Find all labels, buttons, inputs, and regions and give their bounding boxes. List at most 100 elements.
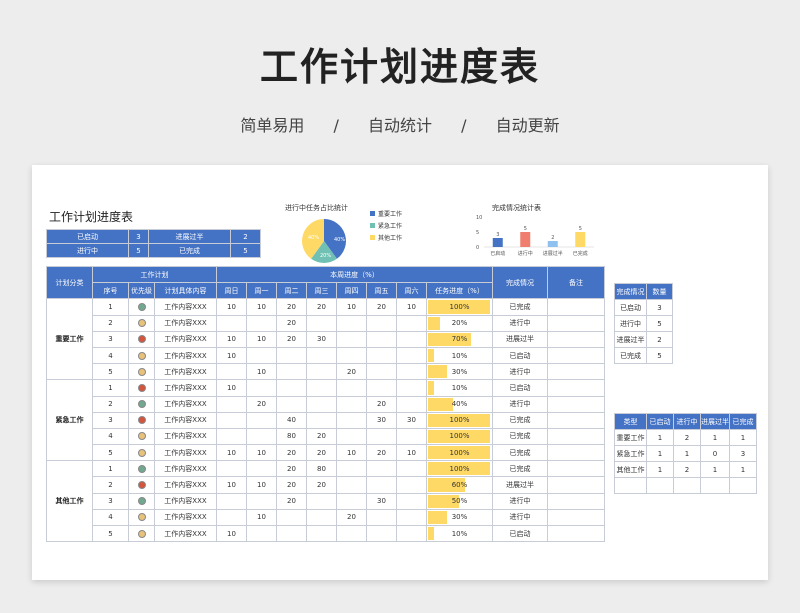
- priority-cell[interactable]: [128, 330, 155, 348]
- day-cell[interactable]: [306, 411, 337, 429]
- summary-value[interactable]: 2: [230, 229, 261, 244]
- day-cell[interactable]: 80: [276, 427, 307, 446]
- content-cell[interactable]: 工作内容XXX: [154, 444, 217, 462]
- side-cell[interactable]: 5: [646, 315, 673, 332]
- content-cell[interactable]: 工作内容XXX: [154, 363, 217, 381]
- status-cell[interactable]: 已完成: [492, 411, 548, 429]
- status-cell[interactable]: 进展过半: [492, 330, 548, 348]
- day-cell[interactable]: [276, 363, 307, 381]
- status-cell[interactable]: 进行中: [492, 363, 548, 381]
- day-cell[interactable]: [246, 379, 277, 397]
- day-cell[interactable]: [336, 330, 367, 348]
- status-cell[interactable]: 已完成: [492, 444, 548, 462]
- content-cell[interactable]: 工作内容XXX: [154, 508, 217, 527]
- note-cell[interactable]: [547, 508, 605, 527]
- side-cell[interactable]: 1: [700, 461, 730, 478]
- day-cell[interactable]: 20: [366, 395, 397, 413]
- row-no[interactable]: 5: [92, 444, 129, 462]
- side-cell[interactable]: 重要工作: [614, 429, 647, 446]
- day-cell[interactable]: 20: [306, 476, 337, 494]
- day-cell[interactable]: [336, 346, 367, 365]
- day-cell[interactable]: [366, 314, 397, 332]
- side-cell[interactable]: 其他工作: [614, 461, 647, 478]
- progress-cell[interactable]: 40%: [426, 395, 493, 413]
- row-no[interactable]: 5: [92, 363, 129, 381]
- content-cell[interactable]: 工作内容XXX: [154, 411, 217, 429]
- day-cell[interactable]: [216, 508, 247, 527]
- side-cell[interactable]: 0: [700, 445, 730, 462]
- row-no[interactable]: 4: [92, 508, 129, 527]
- status-cell[interactable]: 已启动: [492, 524, 548, 543]
- day-cell[interactable]: [246, 460, 277, 478]
- day-cell[interactable]: 30: [366, 492, 397, 510]
- side-cell[interactable]: [700, 477, 730, 494]
- day-cell[interactable]: [216, 460, 247, 478]
- status-cell[interactable]: 进行中: [492, 314, 548, 332]
- content-cell[interactable]: 工作内容XXX: [154, 427, 217, 446]
- side-cell[interactable]: 2: [673, 461, 701, 478]
- side-cell[interactable]: 3: [646, 299, 673, 316]
- side-cell[interactable]: 进行中: [614, 315, 647, 332]
- day-cell[interactable]: [336, 492, 367, 510]
- day-cell[interactable]: 10: [396, 298, 427, 316]
- row-no[interactable]: 3: [92, 411, 129, 429]
- side-cell[interactable]: 1: [700, 429, 730, 446]
- day-cell[interactable]: 20: [336, 363, 367, 381]
- priority-cell[interactable]: [128, 492, 155, 510]
- day-cell[interactable]: [336, 460, 367, 478]
- summary-label[interactable]: 进展过半: [148, 229, 231, 244]
- day-cell[interactable]: [216, 411, 247, 429]
- day-cell[interactable]: [246, 411, 277, 429]
- day-cell[interactable]: 10: [246, 476, 277, 494]
- summary-value[interactable]: 5: [128, 243, 149, 258]
- summary-label[interactable]: 已启动: [46, 229, 129, 244]
- day-cell[interactable]: [366, 524, 397, 543]
- day-cell[interactable]: [336, 524, 367, 543]
- day-cell[interactable]: [396, 460, 427, 478]
- row-no[interactable]: 1: [92, 460, 129, 478]
- progress-cell[interactable]: 100%: [426, 460, 493, 478]
- day-cell[interactable]: [246, 524, 277, 543]
- note-cell[interactable]: [547, 444, 605, 462]
- priority-cell[interactable]: [128, 508, 155, 527]
- day-cell[interactable]: [366, 427, 397, 446]
- day-cell[interactable]: 20: [246, 395, 277, 413]
- priority-cell[interactable]: [128, 411, 155, 429]
- day-cell[interactable]: [396, 395, 427, 413]
- day-cell[interactable]: [216, 395, 247, 413]
- day-cell[interactable]: [336, 427, 367, 446]
- status-cell[interactable]: 已完成: [492, 427, 548, 446]
- priority-cell[interactable]: [128, 346, 155, 365]
- content-cell[interactable]: 工作内容XXX: [154, 379, 217, 397]
- day-cell[interactable]: 10: [216, 330, 247, 348]
- row-no[interactable]: 3: [92, 492, 129, 510]
- day-cell[interactable]: [276, 524, 307, 543]
- priority-cell[interactable]: [128, 460, 155, 478]
- day-cell[interactable]: 20: [306, 298, 337, 316]
- day-cell[interactable]: [396, 427, 427, 446]
- day-cell[interactable]: [306, 395, 337, 413]
- side-cell[interactable]: 1: [729, 429, 757, 446]
- day-cell[interactable]: [246, 492, 277, 510]
- priority-cell[interactable]: [128, 524, 155, 543]
- priority-cell[interactable]: [128, 395, 155, 413]
- priority-cell[interactable]: [128, 476, 155, 494]
- status-cell[interactable]: 已启动: [492, 346, 548, 365]
- status-cell[interactable]: 进行中: [492, 395, 548, 413]
- priority-cell[interactable]: [128, 314, 155, 332]
- day-cell[interactable]: 10: [216, 476, 247, 494]
- row-no[interactable]: 1: [92, 379, 129, 397]
- note-cell[interactable]: [547, 379, 605, 397]
- day-cell[interactable]: [216, 492, 247, 510]
- content-cell[interactable]: 工作内容XXX: [154, 346, 217, 365]
- day-cell[interactable]: 20: [306, 427, 337, 446]
- day-cell[interactable]: [276, 395, 307, 413]
- side-cell[interactable]: 已启动: [614, 299, 647, 316]
- day-cell[interactable]: [216, 427, 247, 446]
- row-no[interactable]: 2: [92, 476, 129, 494]
- side-cell[interactable]: 5: [646, 347, 673, 364]
- day-cell[interactable]: [396, 346, 427, 365]
- side-cell[interactable]: [614, 477, 647, 494]
- day-cell[interactable]: 10: [246, 508, 277, 527]
- day-cell[interactable]: [306, 314, 337, 332]
